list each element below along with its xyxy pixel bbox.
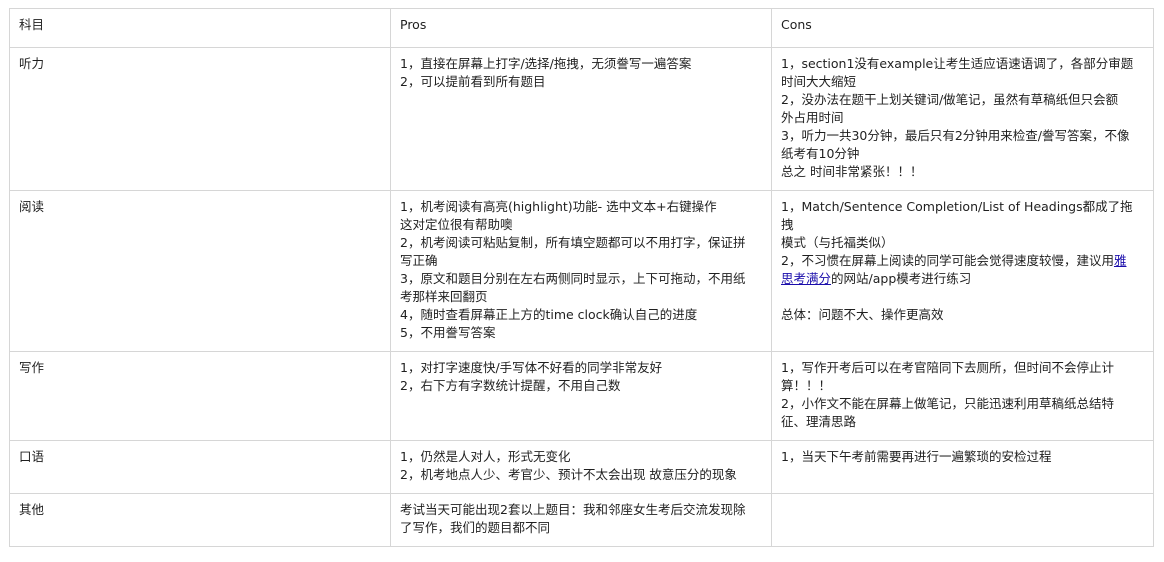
cons-text: 2，不习惯在屏幕上阅读的同学可能会觉得速度较慢，建议用 (781, 253, 1114, 268)
table-row-speaking: 口语 1，仍然是人对人，形式无变化 2，机考地点人少、考官少、预计不太会出现 故… (9, 440, 1154, 494)
cons-line: 总之 时间非常紧张！！！ (781, 164, 923, 179)
cons-line: 1，section1没有example让考生适应语速语调了，各部分审题 (781, 56, 1134, 71)
table-header-row: 科目 Pros Cons (9, 8, 1154, 48)
pros-cell: 1，对打字速度快/手写体不好看的同学非常友好 2，右下方有字数统计提醒，不用自己… (390, 351, 772, 441)
subject-cell: 口语 (9, 440, 391, 494)
cons-line: 思考满分的网站/app模考进行练习 (781, 270, 1144, 288)
pros-cell: 考试当天可能出现2套以上题目：我和邻座女生考后交流发现除 了写作，我们的题目都不… (390, 493, 772, 547)
table-row-listening: 听力 1，直接在屏幕上打字/选择/拖拽，无须誊写一遍答案 2，可以提前看到所有题… (9, 47, 1154, 191)
pros-line: 5，不用誊写答案 (400, 325, 496, 340)
cons-text: 的网站/app模考进行练习 (831, 271, 972, 286)
header-cons: Cons (771, 8, 1154, 48)
pros-line: 考那样来回翻页 (400, 289, 488, 304)
header-subject: 科目 (9, 8, 391, 48)
table-row-other: 其他 考试当天可能出现2套以上题目：我和邻座女生考后交流发现除 了写作，我们的题… (9, 493, 1154, 547)
pros-cell: 1，直接在屏幕上打字/选择/拖拽，无须誊写一遍答案 2，可以提前看到所有题目 (390, 47, 772, 191)
cons-line: 3，听力一共30分钟，最后只有2分钟用来检查/誊写答案，不像 (781, 128, 1130, 143)
pros-line: 2，机考地点人少、考官少、预计不太会出现 故意压分的现象 (400, 467, 737, 482)
cons-line: 模式（与托福类似） (781, 235, 894, 250)
pros-cell: 1，机考阅读有高亮(highlight)功能- 选中文本+右键操作 这对定位很有… (390, 190, 772, 352)
cons-cell: 1，当天下午考前需要再进行一遍繁琐的安检过程 (771, 440, 1154, 494)
pros-line: 1，机考阅读有高亮(highlight)功能- 选中文本+右键操作 (400, 199, 717, 214)
table-row-reading: 阅读 1，机考阅读有高亮(highlight)功能- 选中文本+右键操作 这对定… (9, 190, 1154, 352)
pros-line: 1，对打字速度快/手写体不好看的同学非常友好 (400, 360, 663, 375)
pros-line: 1，仍然是人对人，形式无变化 (400, 449, 571, 464)
cons-line: 外占用时间 (781, 110, 844, 125)
subject-cell: 阅读 (9, 190, 391, 352)
pros-line: 考试当天可能出现2套以上题目：我和邻座女生考后交流发现除 (400, 502, 746, 517)
comparison-table: 科目 Pros Cons 听力 1，直接在屏幕上打字/选择/拖拽，无须誊写一遍答… (9, 8, 1154, 547)
pros-line: 了写作，我们的题目都不同 (400, 520, 551, 535)
cons-line: 算！！！ (781, 378, 832, 393)
cons-line: 2，小作文不能在屏幕上做笔记，只能迅速利用草稿纸总结特 (781, 396, 1114, 411)
pros-line: 2，机考阅读可粘贴复制，所有填空题都可以不用打字，保证拼 (400, 235, 746, 250)
pros-line: 2，可以提前看到所有题目 (400, 74, 546, 89)
cons-line: 时间大大缩短 (781, 74, 857, 89)
cons-line: 纸考有10分钟 (781, 146, 860, 161)
pros-line: 写正确 (400, 253, 438, 268)
ielts-full-score-link[interactable]: 雅 (1114, 253, 1127, 268)
cons-summary: 总体：问题不大、操作更高效 (781, 307, 944, 322)
pros-line: 1，直接在屏幕上打字/选择/拖拽，无须誊写一遍答案 (400, 56, 692, 71)
pros-line: 2，右下方有字数统计提醒，不用自己数 (400, 378, 621, 393)
cons-line: 2，没办法在题干上划关键词/做笔记，虽然有草稿纸但只会额 (781, 92, 1119, 107)
pros-cell: 1，仍然是人对人，形式无变化 2，机考地点人少、考官少、预计不太会出现 故意压分… (390, 440, 772, 494)
cons-cell: 1，section1没有example让考生适应语速语调了，各部分审题 时间大大… (771, 47, 1154, 191)
document-page: 科目 Pros Cons 听力 1，直接在屏幕上打字/选择/拖拽，无须誊写一遍答… (0, 0, 1164, 562)
cons-cell-empty (771, 493, 1154, 547)
subject-cell: 其他 (9, 493, 391, 547)
pros-line: 4，随时查看屏幕正上方的time clock确认自己的进度 (400, 307, 698, 322)
cons-line: 1，Match/Sentence Completion/List of Head… (781, 199, 1133, 232)
header-pros: Pros (390, 8, 772, 48)
cons-line: 2，不习惯在屏幕上阅读的同学可能会觉得速度较慢，建议用雅 (781, 252, 1144, 270)
table-row-writing: 写作 1，对打字速度快/手写体不好看的同学非常友好 2，右下方有字数统计提醒，不… (9, 351, 1154, 441)
pros-line: 3，原文和题目分别在左右两侧同时显示，上下可拖动，不用纸 (400, 271, 746, 286)
cons-cell: 1，写作开考后可以在考官陪同下去厕所，但时间不会停止计 算！！！ 2，小作文不能… (771, 351, 1154, 441)
ielts-full-score-link[interactable]: 思考满分 (781, 271, 831, 286)
cons-line: 征、理清思路 (781, 414, 857, 429)
subject-cell: 写作 (9, 351, 391, 441)
cons-cell: 1，Match/Sentence Completion/List of Head… (771, 190, 1154, 352)
cons-line: 1，写作开考后可以在考官陪同下去厕所，但时间不会停止计 (781, 360, 1114, 375)
cons-line: 1，当天下午考前需要再进行一遍繁琐的安检过程 (781, 449, 1052, 464)
pros-line: 这对定位很有帮助噢 (400, 217, 513, 232)
subject-cell: 听力 (9, 47, 391, 191)
